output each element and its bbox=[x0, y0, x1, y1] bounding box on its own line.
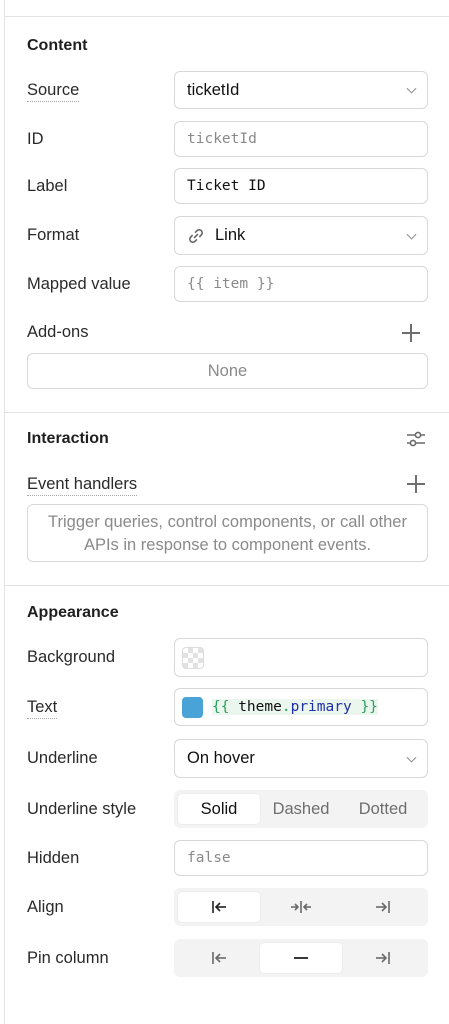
label-label: Label bbox=[27, 177, 68, 195]
divider bbox=[4, 412, 449, 413]
pin-left-option[interactable] bbox=[178, 943, 260, 973]
add-addon-plus-icon[interactable] bbox=[402, 324, 420, 342]
id-label: ID bbox=[27, 130, 44, 148]
format-select[interactable]: Link bbox=[174, 216, 428, 255]
label-input[interactable]: Ticket ID bbox=[174, 168, 428, 204]
pin-left-icon bbox=[212, 952, 226, 964]
pin-right-icon bbox=[376, 952, 390, 964]
event-handlers-empty-box: Trigger queries, control components, or … bbox=[27, 504, 428, 562]
format-value: Link bbox=[215, 226, 246, 244]
background-label: Background bbox=[27, 648, 116, 666]
align-center-icon bbox=[291, 901, 311, 913]
source-value: ticketId bbox=[187, 80, 240, 99]
addons-label: Add-ons bbox=[27, 323, 89, 341]
underline-style-dashed[interactable]: Dashed bbox=[260, 794, 342, 824]
event-handlers-label: Event handlers bbox=[27, 473, 138, 496]
underline-style-dotted[interactable]: Dotted bbox=[342, 794, 424, 824]
mapped-value-placeholder: {{ item }} bbox=[187, 276, 275, 292]
align-center-option[interactable] bbox=[260, 892, 342, 922]
pin-column-segmented bbox=[174, 939, 428, 977]
text-color-input[interactable]: {{ theme.primary }} bbox=[174, 688, 428, 726]
underline-select[interactable]: On hover bbox=[174, 739, 428, 778]
id-input[interactable]: ticketId bbox=[174, 121, 428, 157]
pin-right-option[interactable] bbox=[342, 943, 424, 973]
settings-sliders-icon[interactable] bbox=[406, 429, 426, 449]
align-left-icon bbox=[212, 901, 226, 913]
underline-value: On hover bbox=[187, 749, 255, 767]
mapped-value-label: Mapped value bbox=[27, 275, 131, 293]
underline-label: Underline bbox=[27, 749, 98, 767]
divider bbox=[4, 16, 449, 17]
underline-style-segmented: Solid Dashed Dotted bbox=[174, 790, 428, 828]
pin-none-icon bbox=[294, 957, 308, 959]
chevron-down-icon bbox=[406, 752, 417, 763]
text-color-template: {{ theme.primary }} bbox=[212, 699, 378, 715]
align-segmented bbox=[174, 888, 428, 926]
section-title-interaction: Interaction bbox=[27, 430, 109, 447]
align-right-icon bbox=[376, 901, 390, 913]
underline-style-label: Underline style bbox=[27, 800, 137, 818]
align-right-option[interactable] bbox=[342, 892, 424, 922]
hidden-input[interactable]: false bbox=[174, 840, 428, 876]
background-color-input[interactable] bbox=[174, 638, 428, 677]
add-event-handler-plus-icon[interactable] bbox=[407, 475, 425, 493]
section-title-appearance: Appearance bbox=[27, 604, 119, 621]
transparent-swatch-icon bbox=[182, 646, 204, 669]
source-select[interactable]: ticketId bbox=[174, 71, 428, 109]
id-placeholder: ticketId bbox=[187, 131, 257, 147]
mapped-value-input[interactable]: {{ item }} bbox=[174, 266, 428, 302]
link-icon bbox=[189, 228, 203, 243]
event-handlers-empty-text: Trigger queries, control components, or … bbox=[48, 513, 407, 554]
hidden-label: Hidden bbox=[27, 849, 80, 867]
align-label: Align bbox=[27, 898, 64, 916]
align-left-option[interactable] bbox=[178, 892, 260, 922]
pin-column-label: Pin column bbox=[27, 949, 109, 967]
addons-empty-text: None bbox=[207, 362, 248, 380]
addons-empty-box: None bbox=[27, 353, 428, 389]
label-value: Ticket ID bbox=[187, 178, 266, 194]
text-label: Text bbox=[27, 696, 58, 719]
source-label: Source bbox=[27, 79, 80, 102]
color-swatch bbox=[182, 696, 203, 718]
pin-none-option[interactable] bbox=[260, 943, 342, 973]
section-title-content: Content bbox=[27, 37, 88, 54]
chevron-down-icon bbox=[406, 229, 417, 240]
underline-style-solid[interactable]: Solid bbox=[178, 794, 260, 824]
chevron-down-icon bbox=[406, 83, 417, 94]
format-label: Format bbox=[27, 226, 80, 244]
divider bbox=[4, 585, 449, 586]
hidden-placeholder: false bbox=[187, 850, 231, 866]
